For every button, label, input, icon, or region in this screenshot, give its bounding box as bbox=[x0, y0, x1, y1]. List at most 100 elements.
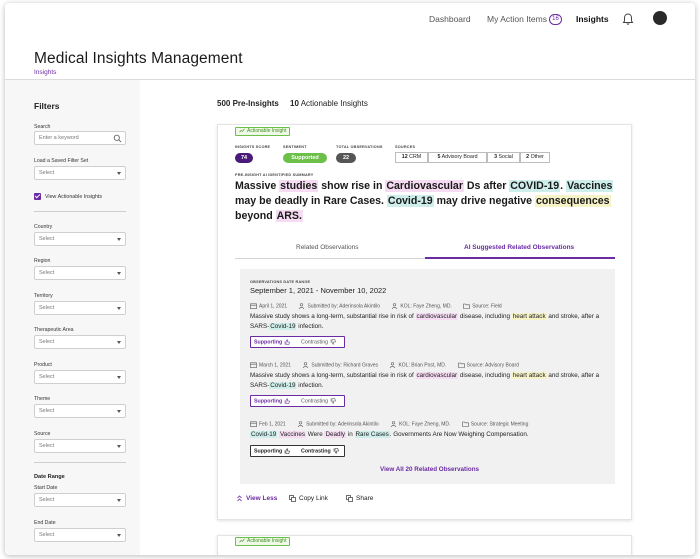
territory-select[interactable]: Select bbox=[34, 301, 126, 315]
source-advisory-num: 5 bbox=[437, 154, 441, 160]
chevron-down-icon bbox=[117, 307, 121, 310]
view-actionable-checkbox-row[interactable]: View Actionable Insights bbox=[34, 193, 102, 200]
view-actionable-label: View Actionable Insights bbox=[45, 193, 103, 200]
actionable-label: Actionable Insights bbox=[300, 99, 368, 108]
user-icon bbox=[392, 303, 398, 309]
trend-up-icon bbox=[239, 538, 245, 543]
actionable-num: 10 bbox=[290, 99, 299, 108]
territory-value: Select bbox=[39, 305, 55, 311]
theme-label: Theme bbox=[34, 396, 51, 402]
support-contrast-toggle: Supporting Contrasting bbox=[250, 445, 345, 457]
view-all-observations-link[interactable]: View All 20 Related Observations bbox=[380, 466, 479, 473]
summary-text: beyond bbox=[235, 210, 276, 222]
share-icon bbox=[346, 495, 353, 502]
folder-icon bbox=[462, 421, 469, 427]
source-crm-num: 12 bbox=[401, 154, 408, 160]
obs-text-part: Massive study shows a long-term, substan… bbox=[250, 372, 416, 379]
thumbs-down-icon bbox=[330, 339, 336, 345]
chevron-down-icon bbox=[117, 499, 121, 502]
theme-select[interactable]: Select bbox=[34, 404, 126, 418]
source-social-label: Social bbox=[498, 154, 513, 160]
divider bbox=[34, 211, 126, 212]
summary-text: Massive bbox=[235, 180, 280, 192]
nav-dashboard[interactable]: Dashboard bbox=[429, 14, 471, 24]
region-label: Region bbox=[34, 258, 51, 264]
product-label: Product bbox=[34, 362, 52, 368]
supporting-button[interactable]: Supporting bbox=[254, 398, 291, 405]
chevron-down-icon bbox=[117, 172, 121, 175]
source-advisory-board[interactable]: 5 Advisory Board bbox=[428, 152, 487, 163]
view-less-button[interactable]: View Less bbox=[236, 495, 277, 502]
sentiment-badge: Supported bbox=[283, 153, 327, 163]
checkbox-checked-icon[interactable] bbox=[34, 193, 41, 200]
source-label: Source bbox=[34, 431, 51, 437]
summary-text: show rise in bbox=[318, 180, 386, 192]
observation-text: Covid-19 Vaccines Were Deadly in Rare Ca… bbox=[250, 430, 610, 440]
obs-source: Source: Strategic Meeting bbox=[470, 421, 529, 428]
saved-filter-value: Select bbox=[39, 170, 55, 176]
user-icon bbox=[297, 421, 304, 427]
obs-kol: KOL: Faye Zheng, MD. bbox=[399, 421, 451, 428]
obs-submitted: Submitted by: Richard Graves bbox=[311, 362, 379, 369]
app-window: Dashboard My Action Items 16 Insights Med… bbox=[5, 3, 695, 555]
pre-insights-count[interactable]: 500 Pre-Insights bbox=[217, 99, 279, 108]
obs-keyword: Deadly bbox=[324, 431, 347, 438]
end-date-value: Select bbox=[39, 532, 55, 538]
obs-date: Feb 1, 2021 bbox=[259, 421, 286, 428]
end-date-select[interactable]: Select bbox=[34, 528, 126, 542]
source-crm[interactable]: 12 CRM bbox=[395, 152, 428, 163]
insights-score-label: INSIGHTS SCORE bbox=[235, 145, 271, 149]
supporting-button[interactable]: Supporting bbox=[254, 339, 291, 345]
nav-my-action-items[interactable]: My Action Items 16 bbox=[487, 14, 562, 26]
nav-insights[interactable]: Insights bbox=[576, 14, 609, 24]
obs-keyword: heart attack bbox=[511, 372, 547, 379]
obs-text-part: Were bbox=[306, 431, 325, 438]
supporting-button[interactable]: Supporting bbox=[254, 448, 291, 454]
actionable-insight-tag-label: Actionable Insight bbox=[247, 538, 287, 544]
contrasting-button[interactable]: Contrasting bbox=[301, 398, 336, 404]
source-other[interactable]: 2 Other bbox=[520, 152, 550, 163]
avatar[interactable] bbox=[653, 11, 667, 25]
region-select[interactable]: Select bbox=[34, 266, 126, 280]
contrasting-button[interactable]: Contrasting bbox=[301, 339, 336, 345]
tab-related-observations[interactable]: Related Observations bbox=[296, 244, 359, 251]
total-observations-label: TOTAL OBSERVATIONS bbox=[336, 145, 383, 149]
therapeutic-area-select[interactable]: Select bbox=[34, 335, 126, 349]
bell-icon[interactable] bbox=[621, 12, 635, 26]
country-select[interactable]: Select bbox=[34, 232, 126, 246]
source-select[interactable]: Select bbox=[34, 439, 126, 453]
search-input[interactable]: Enter a keyword bbox=[34, 131, 126, 145]
supporting-label: Supporting bbox=[254, 398, 283, 405]
actionable-count[interactable]: 10 Actionable Insights bbox=[290, 99, 368, 108]
chevron-down-icon bbox=[117, 410, 121, 413]
support-contrast-toggle: Supporting Contrasting bbox=[250, 336, 345, 348]
copy-link-button[interactable]: Copy Link bbox=[289, 495, 328, 502]
obs-keyword: Rare Cases bbox=[354, 431, 390, 438]
territory-label: Territory bbox=[34, 293, 53, 299]
support-contrast-toggle: Supporting Contrasting bbox=[250, 395, 345, 407]
obs-date: April 1, 2021 bbox=[259, 303, 288, 310]
user-icon bbox=[303, 362, 309, 368]
breadcrumb[interactable]: Insights bbox=[34, 69, 56, 76]
source-social[interactable]: 3 Social bbox=[487, 152, 520, 163]
saved-filter-select[interactable]: Select bbox=[34, 166, 126, 180]
share-button[interactable]: Share bbox=[346, 495, 373, 502]
contrasting-button[interactable]: Contrasting bbox=[301, 448, 339, 454]
obs-text-part: infection. bbox=[296, 323, 324, 330]
observation-text: Massive study shows a long-term, substan… bbox=[250, 312, 610, 332]
trend-up-icon bbox=[239, 128, 245, 133]
copy-link-label: Copy Link bbox=[299, 495, 328, 503]
folder-icon bbox=[457, 362, 465, 368]
obs-source: Source: Advisory Board bbox=[466, 362, 519, 369]
obs-submitted: Submitted by: Aderinsola Akintilo bbox=[307, 303, 381, 310]
product-select[interactable]: Select bbox=[34, 370, 126, 384]
obs-keyword: heart attack bbox=[511, 313, 547, 320]
tab-ai-suggested[interactable]: AI Suggested Related Observations bbox=[464, 244, 574, 251]
search-icon bbox=[113, 134, 122, 143]
chevron-down-icon bbox=[117, 272, 121, 275]
chevron-down-icon bbox=[117, 445, 121, 448]
obs-text-part: Massive study shows a long-term, substan… bbox=[250, 313, 416, 320]
obs-text-part: infection. bbox=[296, 382, 324, 389]
start-date-select[interactable]: Select bbox=[34, 493, 126, 507]
therapeutic-area-value: Select bbox=[39, 339, 55, 345]
